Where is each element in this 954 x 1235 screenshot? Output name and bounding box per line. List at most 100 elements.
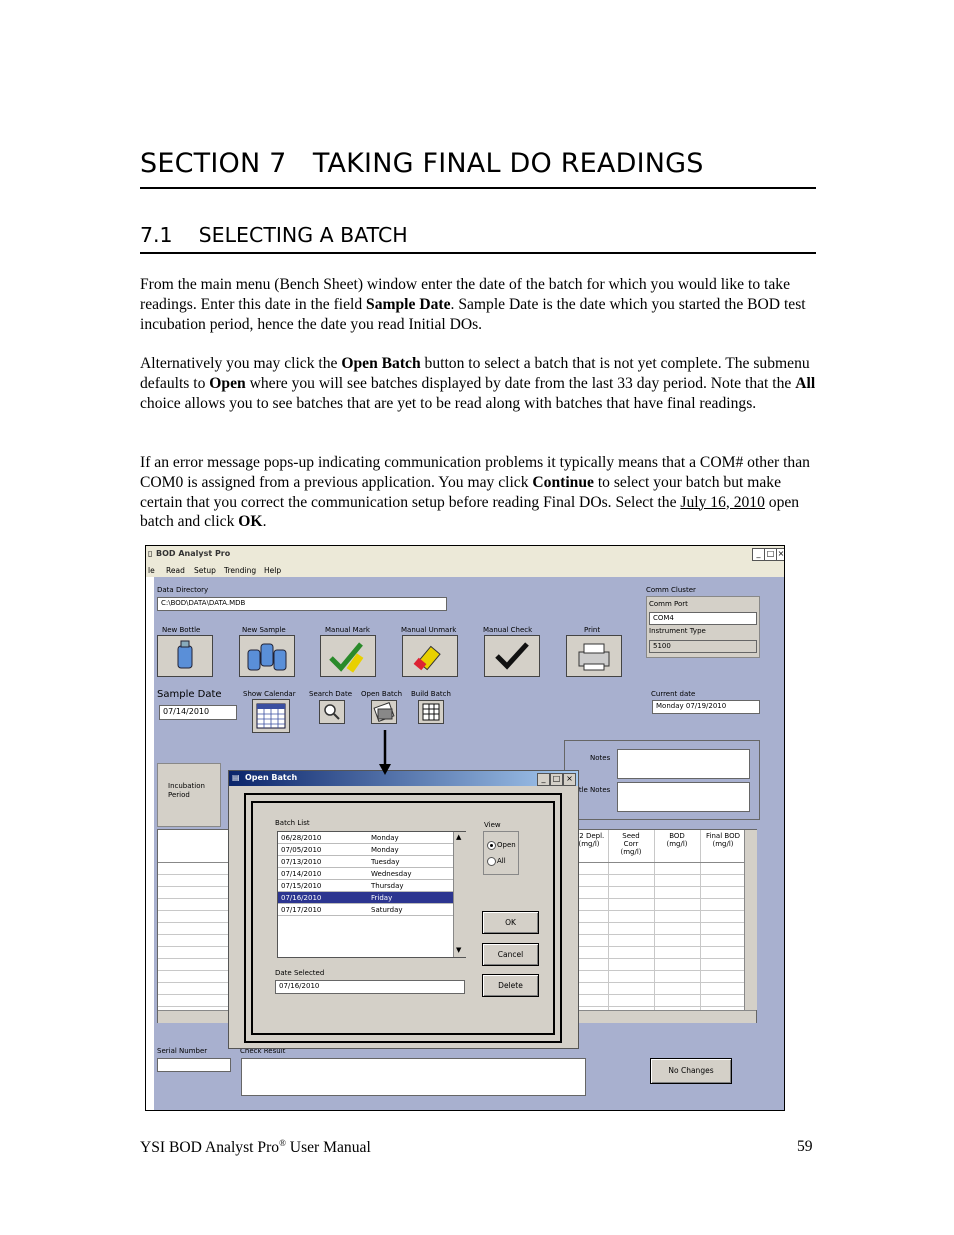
build-batch-label: Build Batch xyxy=(411,690,451,698)
date-selected-field[interactable]: 07/16/2010 xyxy=(275,980,465,994)
batch-row[interactable]: 07/13/2010 Tuesday xyxy=(278,856,453,868)
close-button[interactable]: × xyxy=(776,548,784,561)
delete-button[interactable]: Delete xyxy=(482,974,539,997)
notes-panel: Notes Bottle Notes xyxy=(564,740,760,820)
footer-title: YSI BOD Analyst Pro® User Manual xyxy=(140,1138,371,1157)
subsection-rule xyxy=(140,252,816,254)
menu-trending[interactable]: Trending xyxy=(224,566,256,575)
open-batch-button[interactable] xyxy=(371,700,397,724)
menu-bar: le Read Setup Trending Help xyxy=(146,563,784,577)
incubation-panel: Incubation Period xyxy=(157,763,221,827)
dialog-icon: ▤ xyxy=(232,773,240,782)
current-date-label: Current date xyxy=(651,690,696,698)
paragraph-3: If an error message pops-up indicating c… xyxy=(140,454,810,531)
batch-row[interactable]: 06/28/2010 Monday xyxy=(278,832,453,844)
batch-row[interactable]: 07/17/2010 Saturday xyxy=(278,904,453,916)
batch-row[interactable]: 07/14/2010 Wednesday xyxy=(278,868,453,880)
batch-row[interactable]: 07/16/2010 Friday xyxy=(278,892,453,904)
manual-check-label: Manual Check xyxy=(483,626,533,634)
search-date-label: Search Date xyxy=(309,690,353,698)
section-rule xyxy=(140,187,816,189)
subsection-title: 7.1 SELECTING A BATCH xyxy=(140,223,408,247)
batch-date: 07/05/2010 xyxy=(281,846,322,854)
incubation-label: Incubation Period xyxy=(168,782,205,799)
marker-check-icon xyxy=(329,642,364,673)
batch-day: Monday xyxy=(371,846,399,854)
batch-day: Thursday xyxy=(371,882,404,890)
view-all-radio[interactable] xyxy=(487,857,496,866)
print-button[interactable] xyxy=(566,635,622,677)
data-directory-field[interactable]: C:\BOD\DATA\DATA.MDB xyxy=(157,597,447,611)
batch-row[interactable]: 07/15/2010 Thursday xyxy=(278,880,453,892)
manual-mark-button[interactable] xyxy=(320,635,376,677)
batch-list[interactable]: 06/28/2010 Monday 07/05/2010 Monday 07/13/20… xyxy=(277,831,466,958)
scroll-down-icon[interactable]: ▼ xyxy=(456,946,461,954)
new-bottle-label: New Bottle xyxy=(162,626,201,634)
batch-day: Monday xyxy=(371,834,399,842)
dialog-title: Open Batch xyxy=(245,773,298,782)
batch-date: 07/14/2010 xyxy=(281,870,322,878)
bottle-icon xyxy=(177,640,193,669)
view-open-radio[interactable] xyxy=(487,841,496,850)
comm-port-label: Comm Port xyxy=(649,600,688,608)
col-bod: BOD (mg/l) xyxy=(666,832,688,848)
col-final-bod: Final BOD (mg/l) xyxy=(706,832,740,848)
open-batch-label: Open Batch xyxy=(361,690,403,698)
dialog-maximize-button[interactable]: □ xyxy=(550,773,563,786)
dialog-inner-frame: Batch List 06/28/2010 Monday 07/05/2010 Mon… xyxy=(251,801,555,1035)
new-bottle-button[interactable] xyxy=(157,635,213,677)
view-label: View xyxy=(484,821,501,829)
serial-number-field[interactable] xyxy=(157,1058,231,1072)
comm-port-field[interactable]: COM4 xyxy=(649,612,757,625)
notes-label: Notes xyxy=(590,754,611,762)
menu-read[interactable]: Read xyxy=(166,566,185,575)
bottle-notes-field[interactable] xyxy=(617,782,750,812)
new-sample-label: New Sample xyxy=(242,626,286,634)
batch-list-scrollbar[interactable]: ▲ ▼ xyxy=(453,832,466,957)
view-group: Open All xyxy=(483,831,519,875)
data-directory-label: Data Directory xyxy=(157,586,209,594)
new-sample-button[interactable] xyxy=(239,635,295,677)
ok-button[interactable]: OK xyxy=(482,911,539,934)
manual-check-button[interactable] xyxy=(484,635,540,677)
app-screenshot: ▯ BOD Analyst Pro _ □ × le Read Setup Tr… xyxy=(145,545,785,1111)
app-title: BOD Analyst Pro xyxy=(156,549,231,558)
dialog-minimize-button[interactable]: _ xyxy=(537,773,550,786)
build-batch-button[interactable] xyxy=(418,700,444,724)
batch-date: 06/28/2010 xyxy=(281,834,322,842)
sample-date-field[interactable]: 07/14/2010 xyxy=(159,705,237,720)
scroll-up-icon[interactable]: ▲ xyxy=(456,833,461,841)
batch-date: 07/17/2010 xyxy=(281,906,322,914)
menu-help[interactable]: Help xyxy=(264,566,281,575)
col-seed-corr: Seed Corr (mg/l) xyxy=(620,832,642,856)
sample-date-label: Sample Date xyxy=(157,689,222,700)
date-selected-label: Date Selected xyxy=(275,969,325,977)
batch-day: Friday xyxy=(371,894,393,902)
calendar-icon xyxy=(256,703,286,729)
manual-mark-label: Manual Mark xyxy=(325,626,370,634)
grid-vertical-scrollbar[interactable] xyxy=(744,830,757,1010)
paragraph-1: From the main menu (Bench Sheet) window … xyxy=(140,276,806,333)
menu-setup[interactable]: Setup xyxy=(194,566,216,575)
dialog-titlebar: ▤ Open Batch _ □ × xyxy=(229,771,578,786)
show-calendar-button[interactable] xyxy=(252,699,290,733)
print-label: Print xyxy=(584,626,601,634)
instrument-type-field: 5100 xyxy=(649,640,757,653)
paragraph-2: Alternatively you may click the Open Bat… xyxy=(140,355,816,412)
view-open-label: Open xyxy=(497,841,516,849)
no-changes-button[interactable]: No Changes xyxy=(650,1058,732,1084)
section-title: SECTION 7 TAKING FINAL DO READINGS xyxy=(140,148,704,179)
cancel-button[interactable]: Cancel xyxy=(482,943,539,966)
notes-field[interactable] xyxy=(617,749,750,779)
manual-unmark-button[interactable] xyxy=(402,635,458,677)
batch-row[interactable]: 07/05/2010 Monday xyxy=(278,844,453,856)
grid-icon xyxy=(422,703,440,721)
batch-date: 07/13/2010 xyxy=(281,858,322,866)
show-calendar-label: Show Calendar xyxy=(243,690,296,698)
comm-cluster-label: Comm Cluster xyxy=(646,586,696,594)
eraser-icon xyxy=(413,645,441,671)
dialog-close-button[interactable]: × xyxy=(563,773,576,786)
checkmark-icon xyxy=(495,642,529,670)
search-date-button[interactable] xyxy=(319,700,345,724)
menu-file[interactable]: le xyxy=(148,566,155,575)
